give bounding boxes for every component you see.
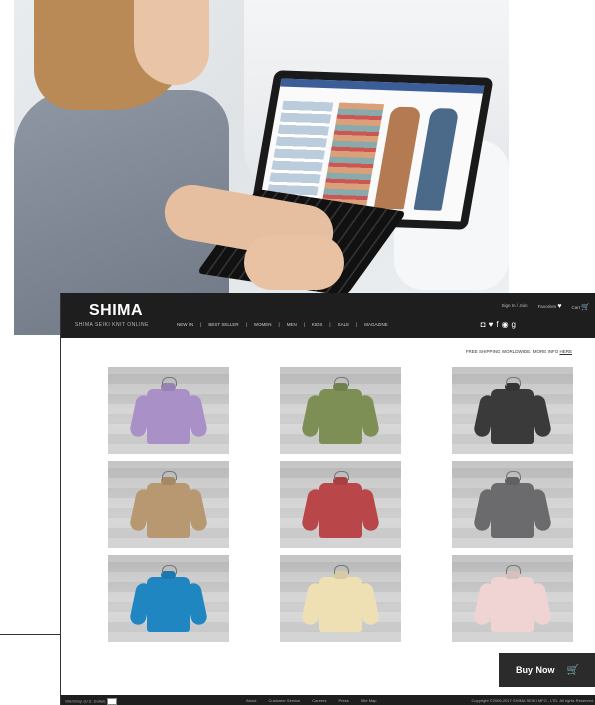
product-card[interactable] (108, 367, 229, 454)
facebook-icon[interactable]: f (496, 320, 498, 329)
language-selector[interactable]: Site/Shop (U.S. Dollar) (65, 698, 118, 705)
pinterest-icon[interactable]: ◉ (502, 320, 509, 329)
sign-in-link[interactable]: Sign In / Join (502, 303, 528, 311)
sweater-image (472, 571, 553, 632)
product-card[interactable] (452, 367, 573, 454)
hanger-icon (162, 471, 177, 480)
woman-hand (244, 235, 344, 290)
heart-icon: ♥ (557, 303, 562, 310)
cart-icon: 🛒 (566, 664, 579, 676)
footer-link[interactable]: Customer Service (268, 698, 300, 703)
hanger-icon (506, 377, 521, 386)
divider-line (0, 634, 60, 635)
woman-face (134, 0, 209, 85)
product-card[interactable] (452, 555, 573, 642)
nav-item[interactable]: NEW IN (177, 322, 193, 327)
hanger-icon (506, 565, 521, 574)
product-card[interactable] (280, 555, 401, 642)
nav-item[interactable]: MEN (287, 322, 297, 327)
cart-icon: 🛒 (581, 304, 590, 311)
sweater-image (300, 383, 381, 444)
product-card[interactable] (280, 367, 401, 454)
nav-item[interactable]: SALE (338, 322, 350, 327)
social-links: ◘ ♥ f ◉ g (481, 320, 516, 329)
buy-now-label: Buy Now (516, 665, 555, 675)
sweater-image (128, 571, 209, 632)
header-links: Sign In / Join Favorites ♥ Cart 🛒 (502, 303, 590, 311)
site-header: SHIMA SHIMA SEIKI KNIT ONLINE NEW IN | BE… (61, 293, 595, 338)
product-card[interactable] (108, 555, 229, 642)
site-logo-subtitle: SHIMA SEIKI KNIT ONLINE (75, 322, 149, 328)
hanger-icon (334, 377, 349, 386)
sweater-image (300, 477, 381, 538)
hanger-icon (334, 471, 349, 480)
hanger-icon (506, 471, 521, 480)
hanger-icon (162, 377, 177, 386)
nav-item[interactable]: KIDS (312, 322, 323, 327)
nav-item[interactable]: MAGAZINE (364, 322, 388, 327)
cart-link[interactable]: Cart 🛒 (572, 303, 591, 311)
footer-link[interactable]: About (246, 698, 256, 703)
product-card[interactable] (108, 461, 229, 548)
sweater-image (472, 383, 553, 444)
sweater-image (472, 477, 553, 538)
hanger-icon (162, 565, 177, 574)
hero-photo (14, 0, 509, 335)
buy-now-button[interactable]: Buy Now 🛒 (499, 653, 595, 687)
shipping-info-link[interactable]: HERE (559, 349, 572, 354)
site-logo[interactable]: SHIMA (89, 302, 143, 320)
nav-item[interactable]: BEST SELLER (208, 322, 238, 327)
twitter-icon[interactable]: ♥ (489, 320, 494, 329)
favorites-link[interactable]: Favorites ♥ (538, 303, 562, 311)
website-screenshot: SHIMA SHIMA SEIKI KNIT ONLINE NEW IN | BE… (60, 293, 595, 705)
sweater-image (300, 571, 381, 632)
nav-item[interactable]: WOMEN (254, 322, 272, 327)
instagram-icon[interactable]: ◘ (481, 320, 486, 329)
footer-link[interactable]: Careers (312, 698, 326, 703)
hanger-icon (334, 565, 349, 574)
footer-link[interactable]: Press (338, 698, 348, 703)
footer-links: About Customer Service Careers Press Sit… (246, 698, 377, 703)
product-card[interactable] (280, 461, 401, 548)
main-nav: NEW IN | BEST SELLER | WOMEN | MEN | KIDS | S… (177, 322, 388, 327)
flag-icon (107, 698, 118, 705)
shipping-notice: FREE SHIPPING WORLDWIDE. MORE INFO HERE (465, 349, 572, 354)
sweater-image (128, 383, 209, 444)
google-plus-icon[interactable]: g (512, 320, 516, 329)
footer-link[interactable]: Site Map (361, 698, 377, 703)
sweater-image (128, 477, 209, 538)
product-card[interactable] (452, 461, 573, 548)
copyright: Copyright ©2006-2017 SHIMA SEIKI MFG., L… (471, 698, 594, 703)
site-footer: Site/Shop (U.S. Dollar) About Customer S… (61, 695, 595, 705)
